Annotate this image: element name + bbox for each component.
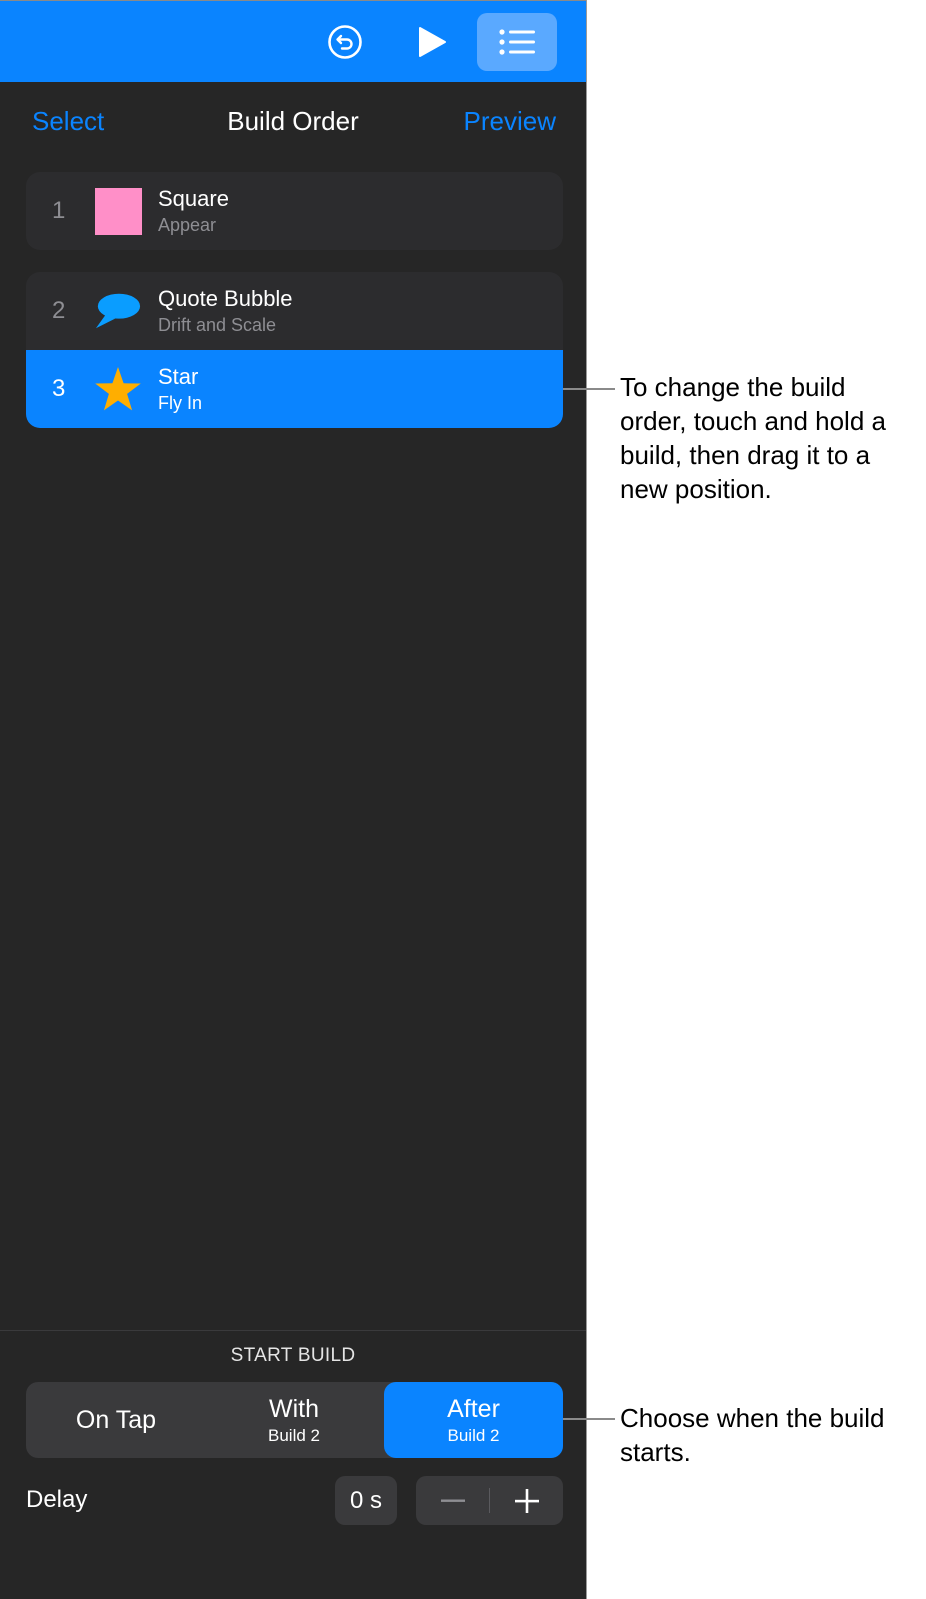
build-title: Square: [158, 186, 229, 211]
build-effect: Drift and Scale: [158, 315, 277, 335]
pink-square-icon: [94, 187, 142, 235]
undo-button[interactable]: [320, 13, 370, 71]
undo-icon: [328, 25, 362, 59]
build-row[interactable]: 1 Square Appear: [26, 172, 563, 250]
build-group: 1 Square Appear: [26, 172, 563, 250]
section-divider: [0, 1330, 586, 1331]
increment-button[interactable]: [490, 1476, 563, 1525]
plus-icon: [514, 1488, 539, 1513]
option-label: With: [269, 1394, 319, 1423]
build-order-panel: Select Build Order Preview 1 Square Appe…: [0, 0, 587, 1599]
callout-reorder: To change the build order, touch and hol…: [620, 372, 886, 504]
star-icon: [94, 365, 142, 413]
build-title: Quote Bubble: [158, 286, 293, 311]
decrement-button[interactable]: [416, 1476, 489, 1525]
build-order-list-button[interactable]: [477, 13, 557, 71]
build-effect: Appear: [158, 215, 217, 235]
build-number: 2: [52, 297, 66, 324]
option-on-tap[interactable]: On Tap: [26, 1382, 206, 1458]
play-button[interactable]: [404, 13, 460, 71]
build-group: 2 Quote Bubble Drift and Scale 3 Star Fl…: [26, 272, 563, 428]
delay-value-field[interactable]: 0 s: [335, 1476, 397, 1525]
minus-icon: [440, 1499, 465, 1502]
delay-label: Delay: [26, 1486, 88, 1513]
play-icon: [419, 27, 446, 57]
callout-start-build: Choose when the build starts.: [620, 1403, 885, 1467]
build-title: Star: [158, 364, 199, 389]
option-label: On Tap: [75, 1405, 157, 1434]
option-sublabel: Build 2: [268, 1425, 320, 1445]
preview-button[interactable]: Preview: [464, 106, 556, 137]
speech-bubble-icon: [94, 287, 142, 335]
build-row-selected[interactable]: 3 Star Fly In: [26, 350, 563, 428]
option-sublabel: Build 2: [447, 1425, 500, 1445]
callout-leader-line: [563, 388, 615, 390]
build-row[interactable]: 2 Quote Bubble Drift and Scale: [26, 272, 563, 350]
start-build-label: START BUILD: [230, 1345, 356, 1366]
delay-stepper: [416, 1476, 563, 1525]
option-label: After: [447, 1394, 500, 1423]
start-build-segmented-control: On Tap With Build 2 After Build 2: [26, 1382, 563, 1458]
list-icon: [499, 29, 535, 55]
build-number: 3: [52, 375, 66, 402]
toolbar: [0, 0, 586, 82]
callout-leader-line: [563, 1418, 615, 1420]
nav-bar: Select Build Order Preview: [0, 96, 586, 148]
build-number: 1: [52, 197, 66, 224]
option-after[interactable]: After Build 2: [384, 1382, 563, 1458]
option-with[interactable]: With Build 2: [204, 1382, 384, 1458]
build-effect: Fly In: [158, 393, 203, 413]
